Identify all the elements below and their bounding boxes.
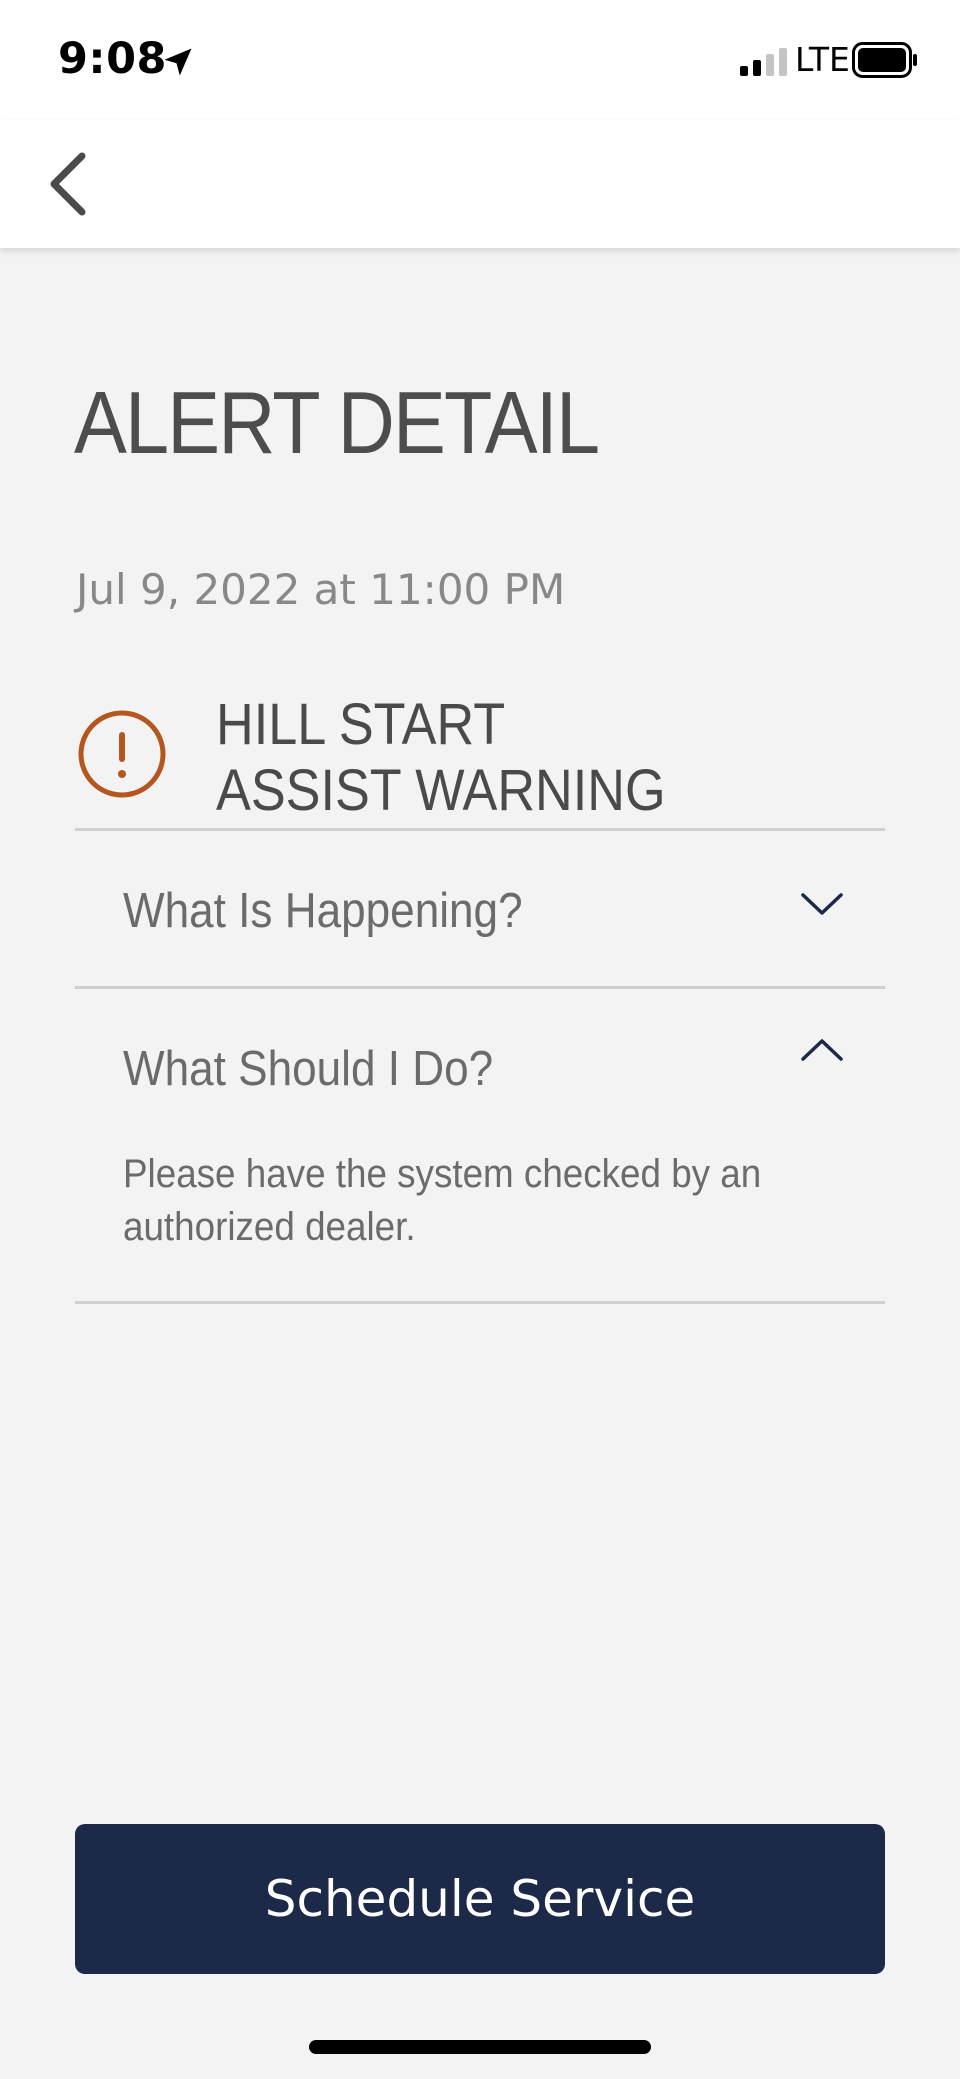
accordion-title: What Should I Do? <box>123 1042 494 1096</box>
schedule-service-button[interactable]: Schedule Service <box>75 1824 885 1974</box>
chevron-left-icon[interactable] <box>36 146 106 222</box>
alert-date: Jul 9, 2022 at 11:00 PM <box>76 565 566 614</box>
status-time: 9:08 <box>58 34 167 84</box>
alert-title: HILL START ASSIST WARNING <box>216 692 666 823</box>
nav-bar <box>0 120 960 248</box>
page-title: ALERT DETAIL <box>74 373 600 472</box>
divider <box>75 1301 885 1304</box>
accordion-what-should-i-do[interactable]: What Should I Do? <box>75 989 885 1145</box>
status-bar: 9:08 LTE <box>0 0 960 120</box>
chevron-down-icon <box>801 893 843 915</box>
signal-icon <box>740 48 787 76</box>
accordion-body-text: Please have the system checked by an aut… <box>123 1152 762 1249</box>
accordion-what-is-happening[interactable]: What Is Happening? <box>75 831 885 987</box>
home-indicator <box>309 2040 651 2054</box>
battery-icon <box>852 42 917 78</box>
chevron-up-icon <box>801 1039 843 1061</box>
warning-exclamation-icon <box>78 710 166 798</box>
network-label: LTE <box>795 40 850 79</box>
location-arrow-icon <box>164 48 192 76</box>
accordion-title: What Is Happening? <box>123 884 523 938</box>
